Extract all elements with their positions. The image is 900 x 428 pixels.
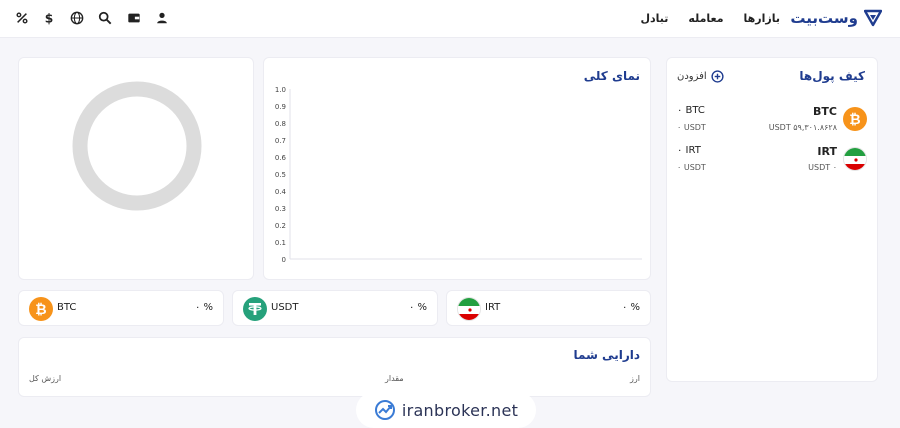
asset-name: IRT [485, 302, 501, 313]
wallets-title: کیف پول‌ها [799, 69, 865, 83]
asset-percent: ۰ % [621, 302, 640, 313]
wallet-usdt-value: ۰ USDT [677, 123, 706, 132]
percent-icon[interactable] [14, 10, 30, 26]
y-tick-label: 0.2 [275, 222, 286, 230]
logo-icon [864, 9, 882, 27]
portfolio-donut-card [18, 57, 254, 280]
y-tick-label: 0.5 [275, 171, 286, 179]
y-tick-label: 0.4 [275, 188, 287, 196]
y-tick-label: 0.7 [275, 137, 286, 145]
watermark: iranbroker.net [356, 392, 536, 428]
add-wallet-label: افزودن [677, 71, 707, 82]
nav-markets[interactable]: بازارها [744, 12, 780, 25]
wallet-row-btc[interactable]: ₿ BTC USDT ۵۹,۳۰۱.۸۶۲۸ ۰ BTC ۰ USDT [677, 104, 867, 138]
asset-name: USDT [271, 302, 299, 313]
y-tick-label: 0.9 [275, 103, 286, 111]
globe-icon[interactable] [69, 10, 85, 26]
tether-icon [243, 297, 267, 321]
nav-trade[interactable]: معامله [688, 12, 723, 25]
asset-name: BTC [57, 302, 77, 313]
wallet-name: BTC [813, 105, 837, 118]
brand-logo[interactable]: وست‌بیت [790, 9, 882, 27]
watermark-text: iranbroker.net [401, 400, 519, 420]
asset-pill-btc: ₿ BTC ۰ % [18, 290, 224, 326]
asset-pill-irt: IRT ۰ % [446, 290, 651, 326]
dollar-icon[interactable]: $ [41, 10, 57, 26]
column-header-total-value: ارزش کل [29, 374, 62, 383]
wallet-amount: ۰ BTC [677, 105, 705, 116]
svg-text:₿: ₿ [35, 302, 46, 318]
wallet-usdt-value: ۰ USDT [677, 163, 706, 172]
y-tick-label: 0.6 [275, 154, 287, 162]
y-tick-label: 1.0 [275, 86, 286, 94]
y-tick-label: 0.1 [275, 239, 286, 247]
top-header: $ بازارها معامله تبادل وست‌بیت [0, 0, 900, 38]
trend-chart-icon [374, 400, 395, 420]
wallet-price: USDT ۵۹,۳۰۱.۸۶۲۸ [768, 123, 837, 132]
wallet-price: USDT ۰ [808, 163, 837, 172]
bitcoin-icon: ₿ [29, 297, 53, 321]
portfolio-donut-chart [72, 81, 202, 211]
column-header-amount: مقدار [385, 374, 404, 383]
wallet-name: IRT [817, 145, 837, 158]
iran-flag-icon [457, 297, 481, 321]
search-icon[interactable] [97, 10, 113, 26]
holdings-table: دارایی شما ارز مقدار ارزش کل [18, 337, 651, 397]
add-wallet-button[interactable]: افزودن [677, 70, 724, 83]
asset-pill-usdt: USDT ۰ % [232, 290, 438, 326]
brand-name: وست‌بیت [790, 9, 858, 27]
wallets-panel: کیف پول‌ها افزودن ₿ BTC USDT ۵۹,۳۰۱.۸۶۲۸… [666, 57, 878, 382]
asset-percent: ۰ % [408, 302, 427, 313]
overview-line-chart: 0 0.1 0.2 0.3 0.4 0.5 0.6 0.7 0.8 0.9 1.0 [275, 86, 642, 264]
user-icon[interactable] [154, 10, 170, 26]
y-tick-label: 0.8 [275, 120, 286, 128]
nav-exchange[interactable]: تبادل [640, 12, 668, 25]
holdings-title: دارایی شما [573, 348, 640, 362]
column-header-currency: ارز [630, 374, 640, 383]
iran-flag-icon [843, 147, 867, 171]
donut-ring [72, 81, 202, 211]
main-nav: بازارها معامله تبادل [640, 12, 780, 25]
bitcoin-icon: ₿ [843, 107, 867, 131]
wallet-row-irt[interactable]: IRT USDT ۰ ۰ IRT ۰ USDT [677, 144, 867, 178]
plus-circle-icon [711, 70, 724, 83]
y-tick-label: 0 [282, 256, 286, 264]
svg-text:₿: ₿ [849, 112, 860, 128]
wallet-amount: ۰ IRT [677, 145, 701, 156]
svg-text:$: $ [45, 11, 54, 25]
y-tick-label: 0.3 [275, 205, 286, 213]
overview-chart-card: نمای کلی 0 0.1 0.2 0.3 0.4 0.5 0.6 0.7 0.8 0.9 1.0 [263, 57, 651, 280]
wallet-icon[interactable] [126, 10, 142, 26]
asset-percent: ۰ % [194, 302, 213, 313]
